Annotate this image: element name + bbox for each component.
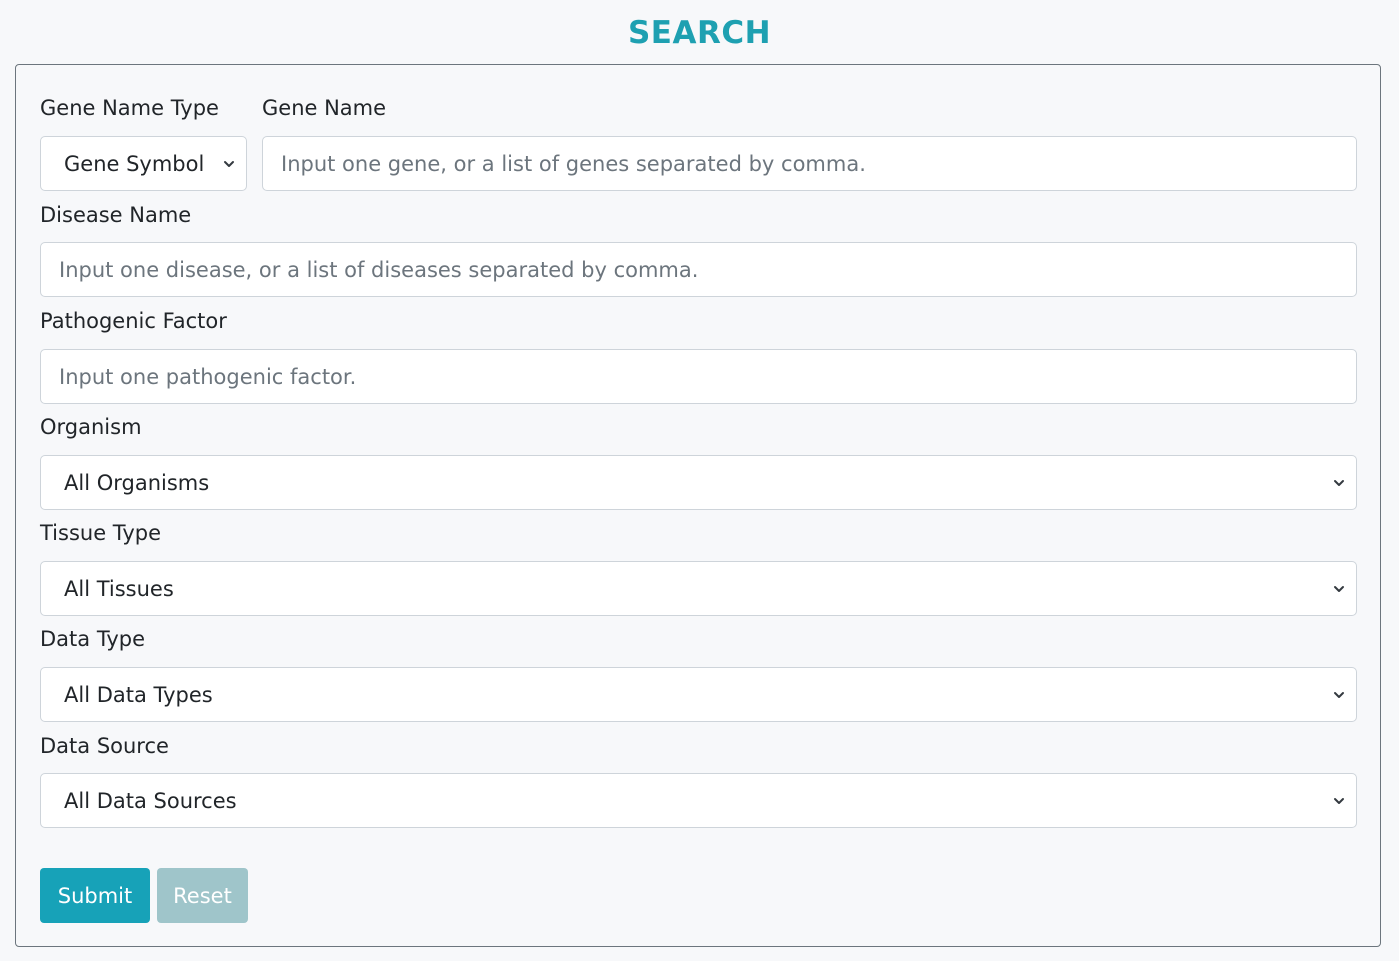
data-type-select[interactable]: All Data Types	[40, 667, 1357, 722]
data-source-label: Data Source	[40, 734, 169, 758]
data-source-value: All Data Sources	[64, 788, 237, 813]
gene-name-label: Gene Name	[262, 96, 387, 120]
reset-button[interactable]: Reset	[157, 868, 248, 923]
disease-name-label: Disease Name	[40, 203, 192, 227]
tissue-type-value: All Tissues	[64, 576, 174, 601]
data-type-label: Data Type	[40, 627, 146, 651]
tissue-type-select[interactable]: All Tissues	[40, 561, 1357, 616]
organism-value: All Organisms	[64, 470, 210, 495]
tissue-type-label: Tissue Type	[40, 521, 162, 545]
chevron-down-icon	[1334, 479, 1344, 486]
disease-name-input[interactable]	[40, 242, 1357, 297]
gene-name-input[interactable]	[262, 136, 1357, 191]
gene-name-type-select[interactable]: Gene Symbol	[40, 136, 247, 191]
data-type-value: All Data Types	[64, 682, 213, 707]
pathogenic-factor-input[interactable]	[40, 349, 1357, 404]
chevron-down-icon	[1334, 585, 1344, 592]
organism-select[interactable]: All Organisms	[40, 455, 1357, 510]
organism-label: Organism	[40, 415, 142, 439]
chevron-down-icon	[224, 160, 234, 167]
gene-name-type-value: Gene Symbol	[64, 151, 205, 176]
data-source-select[interactable]: All Data Sources	[40, 773, 1357, 828]
gene-name-type-label: Gene Name Type	[40, 96, 219, 120]
pathogenic-factor-label: Pathogenic Factor	[40, 309, 227, 333]
search-form: Gene Name Type Gene Symbol Gene Name Dis…	[15, 64, 1381, 947]
submit-button[interactable]: Submit	[40, 868, 150, 923]
page-title: SEARCH	[627, 15, 772, 51]
chevron-down-icon	[1334, 797, 1344, 804]
chevron-down-icon	[1334, 691, 1344, 698]
